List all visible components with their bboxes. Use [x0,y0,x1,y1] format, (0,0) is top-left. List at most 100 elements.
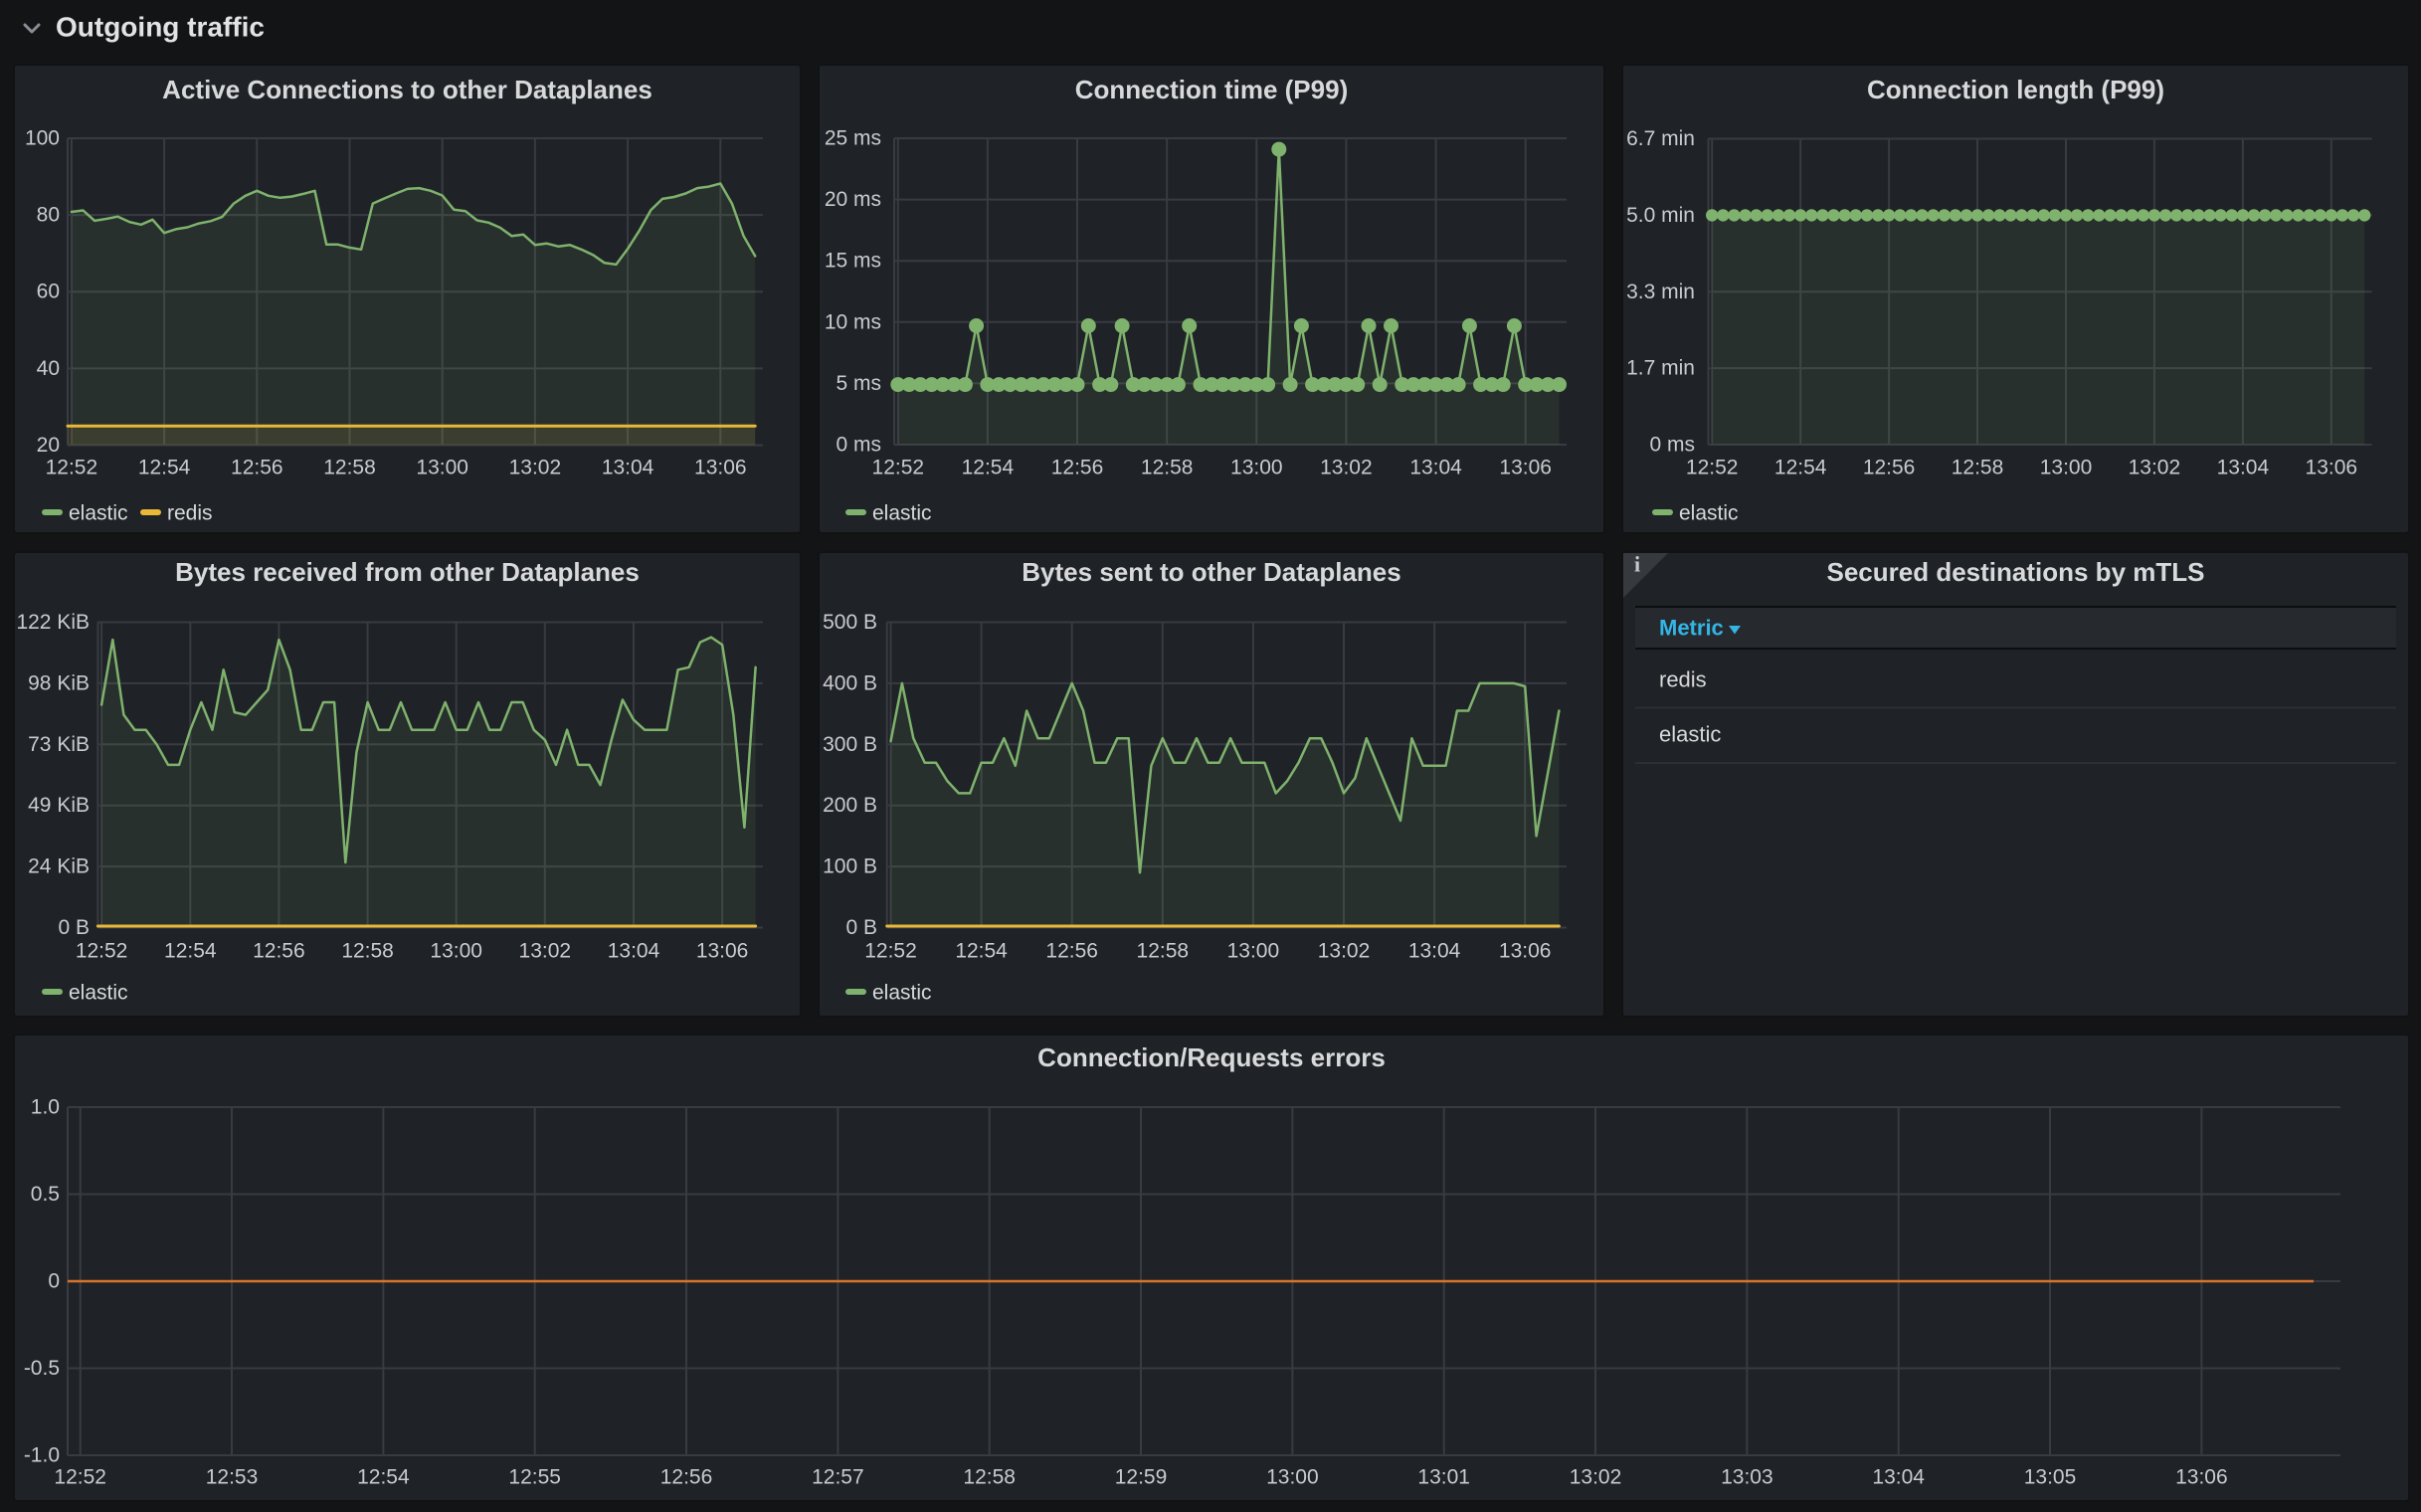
svg-text:300 B: 300 B [823,733,877,756]
svg-text:12:56: 12:56 [231,457,283,479]
svg-text:1.7 min: 1.7 min [1626,357,1695,380]
svg-text:Outgoing traffic: Outgoing traffic [56,12,265,43]
svg-text:13:01: 13:01 [1417,1466,1470,1489]
svg-text:12:58: 12:58 [341,940,394,963]
svg-text:3.3 min: 3.3 min [1626,281,1695,303]
svg-text:12:54: 12:54 [1774,457,1827,479]
svg-text:12:58: 12:58 [1952,457,2004,479]
svg-text:13:00: 13:00 [2040,457,2093,479]
svg-text:400 B: 400 B [823,671,877,694]
svg-text:Bytes received from other Data: Bytes received from other Dataplanes [175,557,640,587]
svg-text:redis: redis [1659,667,1707,692]
svg-text:13:04: 13:04 [1409,457,1462,479]
svg-text:200 B: 200 B [823,794,877,817]
svg-text:13:06: 13:06 [1499,457,1552,479]
svg-text:12:55: 12:55 [508,1466,561,1489]
svg-text:12:52: 12:52 [54,1466,106,1489]
svg-text:12:54: 12:54 [962,457,1015,479]
svg-text:0 B: 0 B [58,916,90,939]
svg-text:49 KiB: 49 KiB [28,794,90,817]
svg-text:0: 0 [48,1270,60,1293]
svg-text:12:58: 12:58 [963,1466,1016,1489]
svg-text:6.7 min: 6.7 min [1626,127,1695,150]
svg-text:13:00: 13:00 [416,457,468,479]
svg-text:20 ms: 20 ms [825,188,881,211]
svg-text:12:56: 12:56 [660,1466,713,1489]
svg-text:60: 60 [37,281,60,303]
svg-text:0 ms: 0 ms [1649,434,1695,457]
svg-text:20: 20 [37,434,60,457]
svg-text:13:02: 13:02 [2129,457,2181,479]
svg-text:12:52: 12:52 [46,457,98,479]
svg-text:12:58: 12:58 [323,457,376,479]
svg-text:1.0: 1.0 [31,1096,60,1119]
svg-text:13:02: 13:02 [1320,457,1373,479]
svg-text:13:06: 13:06 [694,457,747,479]
svg-text:13:04: 13:04 [608,940,660,963]
svg-text:13:06: 13:06 [1499,940,1552,963]
svg-text:13:00: 13:00 [430,940,482,963]
svg-text:13:04: 13:04 [2217,457,2270,479]
svg-text:Bytes sent to other Dataplanes: Bytes sent to other Dataplanes [1022,557,1400,587]
svg-text:13:06: 13:06 [2306,457,2358,479]
svg-text:25 ms: 25 ms [825,127,881,150]
svg-text:elastic: elastic [69,502,128,525]
svg-text:Connection length (P99): Connection length (P99) [1867,75,2164,104]
svg-text:12:56: 12:56 [253,940,305,963]
svg-text:500 B: 500 B [823,611,877,634]
svg-text:80: 80 [37,204,60,227]
svg-text:13:04: 13:04 [602,457,654,479]
svg-text:12:52: 12:52 [76,940,128,963]
svg-text:24 KiB: 24 KiB [28,855,90,878]
svg-text:elastic: elastic [1679,502,1739,525]
svg-text:13:06: 13:06 [2175,1466,2228,1489]
svg-text:12:56: 12:56 [1863,457,1916,479]
svg-text:13:02: 13:02 [1318,940,1371,963]
svg-text:12:54: 12:54 [138,457,191,479]
svg-text:13:06: 13:06 [696,940,749,963]
svg-text:10 ms: 10 ms [825,310,881,333]
svg-text:Connection/Requests errors: Connection/Requests errors [1037,1042,1386,1072]
svg-text:0 ms: 0 ms [836,434,881,457]
svg-text:12:52: 12:52 [1686,457,1739,479]
svg-text:5.0 min: 5.0 min [1626,204,1695,227]
svg-text:elastic: elastic [872,502,932,525]
svg-text:12:56: 12:56 [1051,457,1104,479]
svg-text:13:00: 13:00 [1227,940,1280,963]
svg-text:0 B: 0 B [845,916,877,939]
svg-text:redis: redis [167,502,213,525]
svg-text:13:02: 13:02 [509,457,562,479]
svg-text:12:59: 12:59 [1115,1466,1168,1489]
svg-text:12:56: 12:56 [1045,940,1098,963]
svg-text:13:02: 13:02 [519,940,572,963]
svg-text:13:00: 13:00 [1266,1466,1319,1489]
svg-text:12:52: 12:52 [872,457,925,479]
svg-text:12:52: 12:52 [864,940,917,963]
svg-text:100: 100 [25,127,60,150]
svg-text:12:58: 12:58 [1141,457,1194,479]
svg-text:12:58: 12:58 [1137,940,1190,963]
svg-text:13:02: 13:02 [1570,1466,1622,1489]
svg-text:elastic: elastic [1659,722,1721,747]
svg-text:100 B: 100 B [823,855,877,878]
svg-text:12:53: 12:53 [206,1466,259,1489]
svg-text:13:00: 13:00 [1230,457,1283,479]
svg-text:12:54: 12:54 [955,940,1008,963]
svg-text:Metric: Metric [1659,616,1724,641]
svg-text:13:04: 13:04 [1408,940,1461,963]
svg-text:elastic: elastic [69,982,128,1005]
svg-text:73 KiB: 73 KiB [28,733,90,756]
svg-text:elastic: elastic [872,982,932,1005]
svg-text:13:04: 13:04 [1872,1466,1925,1489]
svg-text:i: i [1634,552,1640,577]
svg-text:5 ms: 5 ms [836,372,881,395]
svg-text:Connection time (P99): Connection time (P99) [1075,75,1348,104]
svg-text:98 KiB: 98 KiB [28,671,90,694]
svg-text:12:54: 12:54 [164,940,217,963]
svg-text:12:54: 12:54 [357,1466,410,1489]
svg-text:12:57: 12:57 [812,1466,864,1489]
svg-text:-0.5: -0.5 [24,1357,60,1380]
svg-text:0.5: 0.5 [31,1183,60,1206]
svg-text:13:03: 13:03 [1721,1466,1773,1489]
svg-text:122 KiB: 122 KiB [16,611,90,634]
